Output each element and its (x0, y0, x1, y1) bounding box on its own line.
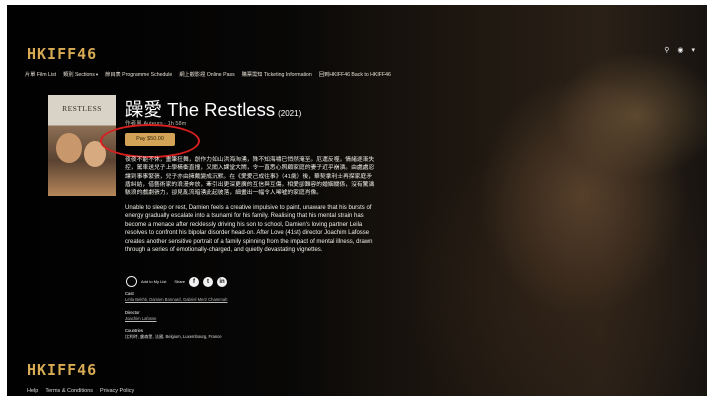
poster-figure (56, 133, 82, 163)
nav-sections[interactable]: 類別 Sections▾ (63, 71, 98, 78)
hkiff-logo[interactable]: HKIFF46 (27, 45, 97, 63)
nav-online-pass[interactable]: 網上觀影證 Online Pass (179, 71, 234, 78)
add-circle-icon[interactable] (126, 276, 137, 287)
director-link[interactable]: Joachim Lafosse (125, 316, 156, 322)
poster-title: RESTLESS (62, 104, 102, 113)
facebook-icon[interactable]: f (189, 276, 200, 287)
cast-section: Cast Leïla Bekhti, Damien Bonnard, Gabri… (125, 291, 227, 302)
search-icon[interactable]: ⚲ (664, 46, 669, 54)
footer-privacy-link[interactable]: Privacy Policy (100, 388, 134, 394)
linkedin-icon[interactable]: in (217, 276, 228, 287)
footer-links: Help Terms & Conditions Privacy Policy (27, 388, 134, 394)
nav-programme-schedule[interactable]: 節目表 Programme Schedule (105, 71, 172, 78)
chevron-down-icon: ▾ (95, 72, 99, 77)
footer-logo[interactable]: HKIFF46 (27, 361, 97, 379)
countries-section: Countries 比利時, 盧森堡, 法國, Belgium, Luxembo… (125, 328, 222, 339)
share-label: Share (174, 279, 186, 284)
nav-ticketing-info[interactable]: 購票需知 Ticketing Information (242, 71, 312, 78)
director-section: Director Joachim Lafosse (125, 310, 156, 321)
synopsis-chinese: 夜夜不能不休，畫筆狂舞，創作力如山洪海洶湧，殊不知海嘯已悄然淹至。厄運反噬，情緒… (125, 157, 375, 197)
cast-links[interactable]: Leïla Bekhti, Damien Bonnard, Gabriel Me… (125, 297, 227, 303)
twitter-icon[interactable]: t (203, 276, 214, 287)
nav-sections-label: 類別 Sections (63, 72, 95, 78)
header-icons: ⚲ ◉ ▾ (664, 46, 695, 54)
film-year: (2021) (278, 109, 302, 118)
nav-back-to-hkiff[interactable]: 回到HKIFF46 Back to HKIFF46 (319, 71, 391, 78)
footer-help-link[interactable]: Help (27, 388, 38, 394)
synopsis-english: Unable to sleep or rest, Damien feels a … (125, 205, 373, 254)
footer-terms-link[interactable]: Terms & Conditions (45, 388, 93, 394)
add-to-list-button[interactable]: Add to My List (141, 279, 166, 284)
countries-value: 比利時, 盧森堡, 法國, Belgium, Luxembourg, Franc… (125, 333, 222, 339)
annotation-circle (100, 124, 200, 158)
user-icon[interactable]: ◉ (677, 46, 683, 54)
chevron-down-icon[interactable]: ▾ (691, 46, 695, 54)
nav-film-list[interactable]: 片單 Film List (25, 71, 56, 78)
main-nav: 片單 Film List 類別 Sections▾ 節目表 Programme … (25, 71, 391, 78)
film-actions: Add to My List Share f t in (126, 276, 228, 287)
film-title-text: 躁愛 The Restless (125, 99, 276, 120)
app-window: HKIFF46 ⚲ ◉ ▾ 片單 Film List 類別 Sections▾ … (7, 5, 707, 396)
